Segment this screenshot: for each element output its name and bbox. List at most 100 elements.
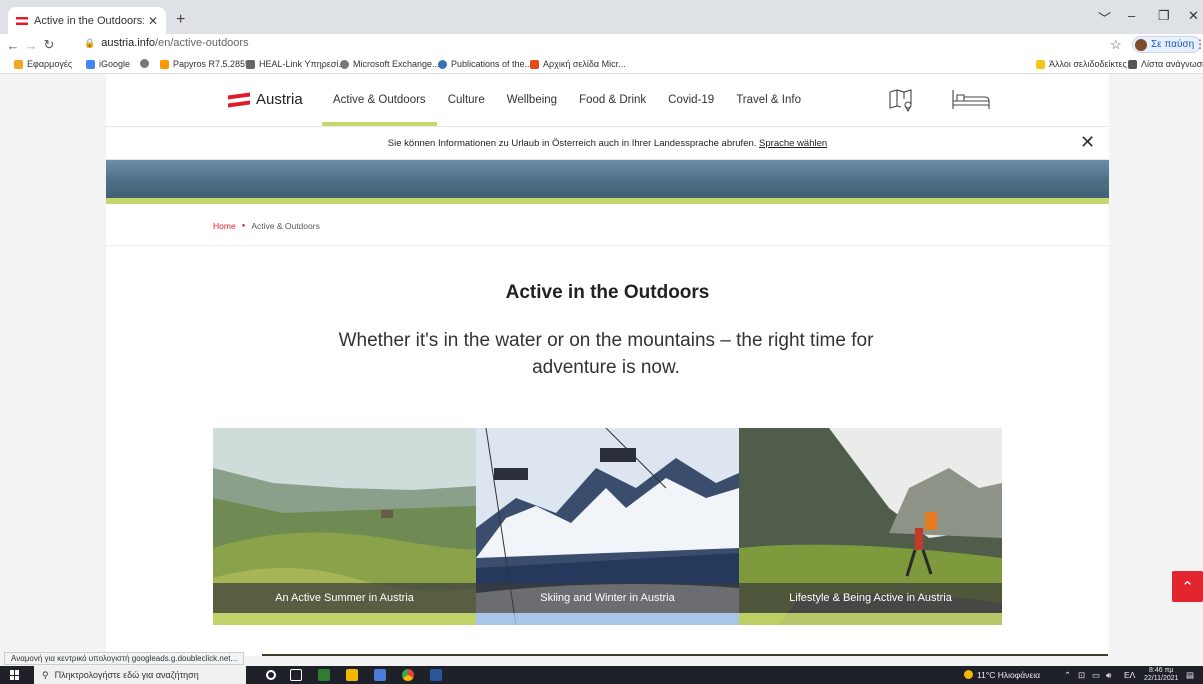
close-icon[interactable]: ✕ bbox=[1080, 132, 1095, 153]
cortana-icon[interactable] bbox=[266, 670, 276, 680]
bed-icon[interactable] bbox=[952, 88, 990, 110]
card-summer[interactable]: An Active Summer in Austria bbox=[213, 428, 476, 625]
forward-arrow-icon[interactable]: → bbox=[22, 38, 40, 53]
tab-search-icon[interactable]: ﹀ bbox=[1098, 8, 1111, 27]
browser-status-text: Αναμονή για κεντρικό υπολογιστή googlead… bbox=[4, 652, 245, 665]
profile-button[interactable]: Σε παύση bbox=[1132, 36, 1202, 53]
file-explorer-icon[interactable] bbox=[346, 669, 358, 681]
bookmark-office-home[interactable]: Αρχική σελίδα Micr... bbox=[530, 59, 626, 69]
network-icon[interactable]: ⊡ bbox=[1078, 670, 1085, 681]
url-path: /en/active-outdoors bbox=[155, 37, 249, 49]
chevron-up-icon: ⌃ bbox=[1181, 578, 1194, 596]
back-arrow-icon[interactable]: ← bbox=[4, 38, 22, 53]
tray-chevron-up-icon[interactable]: ⌃ bbox=[1064, 670, 1071, 681]
card-accent-bar bbox=[213, 613, 476, 625]
volume-icon[interactable]: 🔊︎ bbox=[1106, 670, 1111, 681]
choose-language-link[interactable]: Sprache wählen bbox=[759, 138, 827, 149]
map-pin-icon[interactable] bbox=[888, 88, 914, 112]
breadcrumb-separator-icon: ● bbox=[241, 223, 246, 229]
weather-widget[interactable]: 11°C Ηλιοφάνεια bbox=[964, 670, 1040, 680]
breadcrumb-home-link[interactable]: Home bbox=[213, 221, 236, 231]
input-language[interactable]: ΕΛ bbox=[1124, 670, 1135, 680]
monitor-icon[interactable]: ▭ bbox=[1092, 670, 1100, 681]
breadcrumb-current: Active & Outdoors bbox=[251, 221, 320, 231]
bookmark-apps[interactable]: Εφαρμογές bbox=[14, 59, 72, 69]
nav-food-drink[interactable]: Food & Drink bbox=[568, 74, 657, 126]
profile-label: Σε παύση bbox=[1151, 39, 1195, 50]
globe-icon bbox=[140, 59, 149, 68]
tab-title: Active in the Outdoors: Adventu bbox=[34, 14, 144, 27]
site-header: Austria Active & Outdoors Culture Wellbe… bbox=[106, 74, 1109, 126]
nav-wellbeing[interactable]: Wellbeing bbox=[496, 74, 568, 126]
browser-tab[interactable]: Active in the Outdoors: Adventu ✕ bbox=[8, 7, 166, 34]
clock[interactable]: 8:46 πμ 22/11/2021 bbox=[1144, 667, 1179, 683]
new-tab-button[interactable]: + bbox=[176, 11, 185, 29]
category-cards: An Active Summer in Austria Skiing and W… bbox=[213, 428, 1002, 625]
bookmark-igoogle[interactable]: iGoogle bbox=[86, 59, 130, 69]
page-title: Active in the Outdoors bbox=[505, 282, 710, 303]
taskbar-search-input[interactable]: ⚲ Πληκτρολογήστε εδώ για αναζήτηση bbox=[34, 666, 246, 684]
reading-list[interactable]: Λίστα ανάγνωσης bbox=[1128, 59, 1203, 69]
tab-close-icon[interactable]: ✕ bbox=[148, 14, 158, 28]
task-view-icon[interactable] bbox=[290, 669, 302, 681]
minimize-button[interactable]: – bbox=[1128, 8, 1135, 23]
address-bar[interactable]: 🔒 austria.info /en/active-outdoors bbox=[84, 37, 249, 49]
bookmark-star-icon[interactable]: ☆ bbox=[1110, 37, 1122, 53]
restore-button[interactable]: ❐ bbox=[1158, 8, 1170, 24]
word-icon[interactable] bbox=[430, 669, 442, 681]
nav-active-outdoors[interactable]: Active & Outdoors bbox=[322, 74, 437, 126]
search-icon: ⚲ bbox=[42, 669, 49, 680]
nav-culture[interactable]: Culture bbox=[437, 74, 496, 126]
apps-grid-icon bbox=[14, 59, 23, 69]
bookmark-globe[interactable] bbox=[140, 59, 153, 68]
reading-list-icon bbox=[1128, 59, 1137, 69]
austria-flag-icon bbox=[228, 92, 250, 108]
windows-start-icon[interactable] bbox=[10, 670, 20, 680]
hero-image bbox=[106, 160, 1109, 202]
chrome-icon[interactable] bbox=[402, 669, 414, 681]
nav-covid-19[interactable]: Covid-19 bbox=[657, 74, 725, 126]
publications-icon bbox=[438, 59, 447, 69]
search-placeholder: Πληκτρολογήστε εδώ για αναζήτηση bbox=[54, 670, 199, 680]
page-viewport: Austria Active & Outdoors Culture Wellbe… bbox=[0, 74, 1203, 656]
excel-icon[interactable] bbox=[318, 669, 330, 681]
scroll-to-top-button[interactable]: ⌃ bbox=[1172, 571, 1203, 602]
browser-menu-icon[interactable]: ⋮ bbox=[1194, 37, 1203, 51]
page-content: Austria Active & Outdoors Culture Wellbe… bbox=[106, 74, 1109, 656]
main-nav: Active & Outdoors Culture Wellbeing Food… bbox=[322, 74, 812, 126]
card-lifestyle[interactable]: Lifestyle & Being Active in Austria bbox=[739, 428, 1002, 625]
breadcrumb: Home ● Active & Outdoors bbox=[106, 204, 1109, 246]
folder-icon bbox=[1036, 59, 1045, 69]
globe-icon bbox=[340, 59, 349, 69]
heal-link-icon bbox=[246, 59, 255, 69]
bookmark-heal-link[interactable]: HEAL-Link Υπηρεσί... bbox=[246, 59, 346, 69]
windows-taskbar: ⚲ Πληκτρολογήστε εδώ για αναζήτηση 11°C … bbox=[0, 666, 1203, 684]
page-lead: Whether it's in the water or on the moun… bbox=[338, 330, 874, 378]
notifications-icon[interactable]: ▤ bbox=[1186, 670, 1194, 681]
close-window-button[interactable]: ✕ bbox=[1188, 8, 1199, 24]
bookmark-publications[interactable]: Publications of the... bbox=[438, 59, 532, 69]
bookmarks-bar: Εφαρμογές iGoogle Papyros R7.5.28594 HEA… bbox=[0, 56, 1203, 74]
card-caption: An Active Summer in Austria bbox=[213, 583, 476, 613]
language-message: Sie können Informationen zu Urlaub in Ös… bbox=[387, 138, 828, 149]
nav-travel-info[interactable]: Travel & Info bbox=[725, 74, 812, 126]
next-section-image bbox=[262, 654, 1108, 656]
google-icon bbox=[86, 59, 95, 69]
reload-icon[interactable]: ↻ bbox=[40, 37, 58, 53]
outlook-icon[interactable] bbox=[374, 669, 386, 681]
lock-icon: 🔒 bbox=[84, 37, 96, 48]
card-accent-bar bbox=[739, 613, 1002, 625]
austria-flag-icon bbox=[16, 16, 28, 25]
austria-logo[interactable]: Austria bbox=[228, 91, 303, 108]
browser-tab-strip: Active in the Outdoors: Adventu ✕ + ﹀ – … bbox=[0, 0, 1203, 34]
card-caption: Skiing and Winter in Austria bbox=[476, 583, 739, 613]
sun-icon bbox=[964, 670, 973, 679]
papyros-icon bbox=[160, 59, 169, 69]
card-winter[interactable]: Skiing and Winter in Austria bbox=[476, 428, 739, 625]
language-banner: Sie können Informationen zu Urlaub in Ös… bbox=[106, 126, 1109, 160]
avatar bbox=[1135, 38, 1147, 51]
bookmark-microsoft-exchange[interactable]: Microsoft Exchange... bbox=[340, 59, 440, 69]
bookmark-papyros[interactable]: Papyros R7.5.28594 bbox=[160, 59, 255, 69]
card-caption: Lifestyle & Being Active in Austria bbox=[739, 583, 1002, 613]
bookmark-other-folder[interactable]: Άλλοι σελιδοδείκτες bbox=[1036, 59, 1127, 69]
